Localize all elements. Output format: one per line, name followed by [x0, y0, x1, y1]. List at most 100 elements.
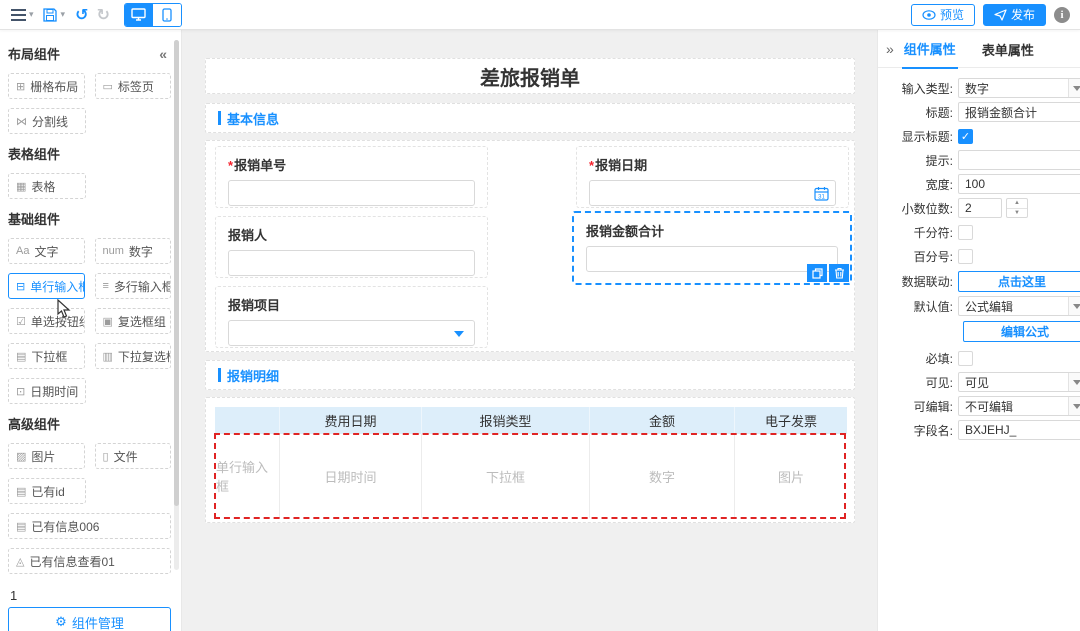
tab-form-props[interactable]: 表单属性 — [980, 30, 1036, 68]
delete-component-button[interactable] — [829, 264, 849, 282]
menu-caret-icon[interactable]: ▾ — [29, 9, 34, 20]
palette-item-table[interactable]: ▦表格 — [8, 173, 86, 199]
show-title-checkbox[interactable]: ✓ — [958, 129, 973, 144]
field-bill-date[interactable]: *报销日期 31 — [576, 146, 849, 208]
palette-item-multi-select[interactable]: ▥下拉复选框 — [95, 343, 172, 369]
table-header-cell: 费用日期 — [280, 407, 422, 434]
palette-item-checkbox-group[interactable]: ▣复选框组 — [95, 308, 172, 334]
palette-item-datetime[interactable]: ⊡日期时间 — [8, 378, 86, 404]
table-cell-image[interactable]: 图片 — [735, 434, 847, 518]
palette-item-existing-info-view[interactable]: ◬已有信息查看01 — [8, 548, 171, 574]
palette-item-select[interactable]: ▤下拉框 — [8, 343, 85, 369]
section-table-components: 表格组件 — [8, 144, 171, 163]
palette-item-existing-info[interactable]: ▤已有信息006 — [8, 513, 171, 539]
palette-item-file[interactable]: ▯文件 — [95, 443, 172, 469]
person-input[interactable] — [228, 250, 475, 276]
input-type-label: 输入类型: — [878, 80, 958, 97]
field-name-input[interactable] — [965, 423, 1079, 437]
table-body-row-selected[interactable]: 单行输入框 日期时间 下拉框 数字 图片 — [215, 434, 845, 518]
input-type-select[interactable]: 数字 — [958, 78, 1080, 98]
required-checkbox[interactable] — [958, 351, 973, 366]
palette-item-radio-group[interactable]: ☑单选按钮组 — [8, 308, 85, 334]
image-icon: ▨ — [16, 450, 26, 463]
field-amount-total-selected[interactable]: 报销金额合计 — [572, 211, 852, 285]
input-icon: ⊟ — [16, 280, 25, 293]
field-person[interactable]: 报销人 — [215, 216, 488, 278]
dropdown-arrow-icon — [1068, 373, 1080, 391]
table-cell-datetime[interactable]: 日期时间 — [280, 434, 422, 518]
table-header-cell: 金额 — [590, 407, 735, 434]
redo-icon[interactable]: ↻ — [96, 3, 109, 27]
select-icon: ▤ — [16, 350, 26, 363]
info-icon[interactable]: i — [1054, 7, 1070, 23]
table-cell-input[interactable]: 单行输入框 — [215, 434, 280, 518]
thousands-checkbox[interactable] — [958, 225, 973, 240]
palette-item-image[interactable]: ▨图片 — [8, 443, 85, 469]
editable-select[interactable]: 不可编辑 — [958, 396, 1080, 416]
radio-icon: ☑ — [16, 315, 26, 328]
bill-date-input[interactable]: 31 — [589, 180, 836, 206]
form-title-component[interactable]: 差旅报销单 — [205, 58, 855, 94]
palette-item-multi-line-input[interactable]: ≡多行输入框 — [95, 273, 172, 299]
decimals-input[interactable] — [965, 201, 995, 215]
mobile-view-icon[interactable] — [153, 4, 181, 26]
table-cell-number[interactable]: 数字 — [590, 434, 735, 518]
palette-item-single-line-input[interactable]: ⊟单行输入框 — [8, 273, 85, 299]
preview-button[interactable]: 预览 — [911, 4, 975, 26]
field-bill-no[interactable]: *报销单号 — [215, 146, 488, 208]
tab-component-props[interactable]: 组件属性 — [902, 29, 958, 69]
stepper-up-icon[interactable]: ▲ — [1007, 199, 1027, 209]
palette-item-divider[interactable]: ⋈分割线 — [8, 108, 86, 134]
checkbox-icon: ▣ — [103, 315, 113, 328]
hint-input[interactable] — [965, 153, 1079, 167]
multiselect-icon: ▥ — [103, 350, 113, 363]
form-title: 差旅报销单 — [480, 62, 580, 91]
field-name-label: 字段名: — [878, 422, 958, 439]
visible-select[interactable]: 可见 — [958, 372, 1080, 392]
save-caret-icon[interactable]: ▾ — [61, 9, 66, 20]
stepper-down-icon[interactable]: ▼ — [1007, 209, 1027, 218]
project-select[interactable] — [228, 320, 475, 346]
basic-fields-container: *报销单号 *报销日期 31 报销人 报销金额合计 — [205, 140, 855, 352]
percent-label: 百分号: — [878, 248, 958, 265]
title-input[interactable] — [965, 105, 1079, 119]
section-expense-detail[interactable]: 报销明细 — [205, 360, 855, 390]
section-bar — [218, 368, 221, 382]
save-icon[interactable] — [42, 3, 58, 27]
required-label: 必填: — [878, 350, 958, 367]
copy-icon — [812, 268, 823, 279]
palette-item-grid-layout[interactable]: ⊞栅格布局 — [8, 73, 85, 99]
collapse-sidebar-icon[interactable]: « — [159, 46, 167, 62]
sidebar-scrollbar[interactable] — [174, 40, 179, 570]
send-icon — [994, 9, 1007, 21]
bill-no-input[interactable] — [228, 180, 475, 206]
palette-item-existing-id[interactable]: ▤已有id — [8, 478, 86, 504]
palette-item-text[interactable]: Aa文字 — [8, 238, 85, 264]
form-canvas: 差旅报销单 基本信息 *报销单号 *报销日期 31 报销人 — [182, 30, 877, 631]
data-linkage-button[interactable]: 点击这里 — [958, 271, 1080, 292]
width-input[interactable] — [965, 177, 1079, 191]
menu-icon[interactable] — [10, 3, 26, 27]
percent-checkbox[interactable] — [958, 249, 973, 264]
default-value-label: 默认值: — [878, 298, 958, 315]
palette-item-tab-page[interactable]: ▭标签页 — [95, 73, 172, 99]
detail-table-component[interactable]: 费用日期 报销类型 金额 电子发票 单行输入框 日期时间 下拉框 数字 图片 — [205, 397, 855, 523]
edit-formula-button[interactable]: 编辑公式 — [963, 321, 1080, 342]
amount-total-input[interactable] — [586, 246, 838, 272]
table-cell-select[interactable]: 下拉框 — [422, 434, 590, 518]
desktop-view-icon[interactable] — [125, 4, 153, 26]
expand-panel-icon[interactable]: » — [886, 41, 892, 57]
editable-label: 可编辑: — [878, 398, 958, 415]
number-icon: num — [103, 245, 124, 257]
undo-icon[interactable]: ↺ — [75, 3, 88, 27]
section-basic-info[interactable]: 基本信息 — [205, 103, 855, 133]
default-value-select[interactable]: 公式编辑 — [958, 296, 1080, 316]
thousands-label: 千分符: — [878, 224, 958, 241]
component-manage-button[interactable]: ⚙ 组件管理 — [8, 607, 171, 631]
decimals-stepper: ▲ ▼ — [1006, 198, 1028, 218]
palette-item-number[interactable]: num数字 — [95, 238, 172, 264]
visible-label: 可见: — [878, 374, 958, 391]
field-project[interactable]: 报销项目 — [215, 286, 488, 348]
publish-button[interactable]: 发布 — [983, 4, 1046, 26]
copy-component-button[interactable] — [807, 264, 827, 282]
